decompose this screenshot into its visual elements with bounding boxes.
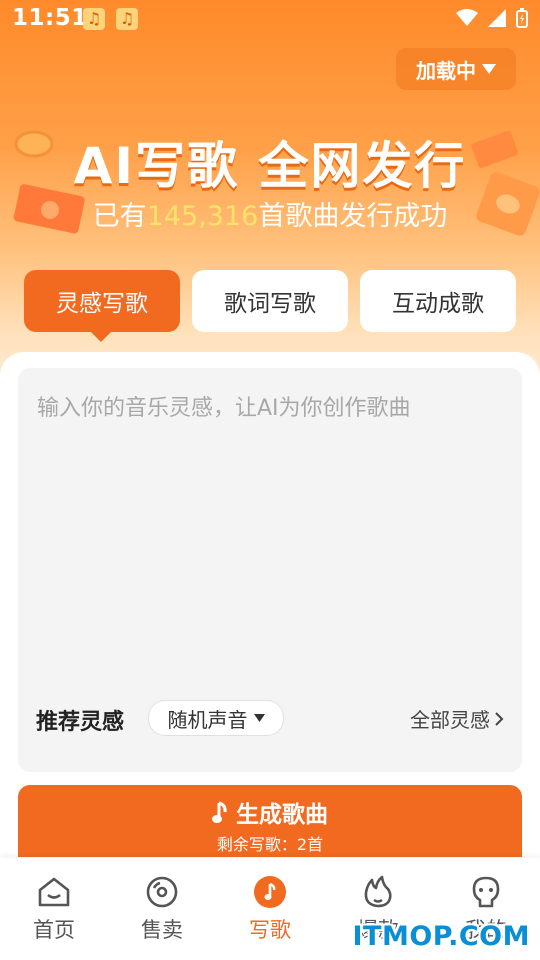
chevron-right-icon [495,711,504,726]
inspiration-input[interactable]: 输入你的音乐灵感，让AI为你创作歌曲 推荐灵感 随机声音 全部灵感 [18,368,522,772]
nav-label-home: 首页 [33,918,75,942]
user-icon [472,876,500,908]
wifi-icon [456,9,478,26]
all-inspiration-label: 全部灵感 [410,708,490,732]
all-inspiration-link[interactable]: 全部灵感 [410,704,504,733]
active-tab-pointer [90,331,112,342]
nav-item-sell[interactable]: 售卖 [108,874,216,944]
signal-icon [488,9,506,27]
tab-interactive[interactable]: 互动成歌 [360,270,516,332]
music-note-icon [254,876,286,908]
remaining-count: 剩余写歌：2首 [216,835,324,854]
home-icon [38,877,70,907]
generate-song-button[interactable]: 生成歌曲 剩余写歌：2首 [18,785,522,857]
nav-item-home[interactable]: 首页 [0,874,108,944]
music-note-icon [211,801,227,823]
hero-subtitle: 已有145,316首歌曲发行成功 [0,194,540,233]
generate-label: 生成歌曲 [236,802,328,828]
hero-title: AI写歌 全网发行 [73,137,467,195]
tab-inspiration[interactable]: 灵感写歌 [24,270,180,332]
tab-lyrics[interactable]: 歌词写歌 [192,270,348,332]
hero-sub-suffix: 首歌曲发行成功 [258,201,448,232]
nav-item-write[interactable]: 写歌 [216,874,324,944]
music-notification-icon: ♫ [116,8,138,30]
caret-down-icon [253,714,265,722]
battery-icon [516,8,528,28]
caret-down-icon [482,64,496,74]
recommend-row: 推荐灵感 随机声音 全部灵感 [36,700,504,740]
random-voice-dropdown[interactable]: 随机声音 [148,700,284,736]
bottom-nav: 首页 售卖 写歌 爆款 我的 ITMOP.COM [0,858,540,960]
loading-button[interactable]: 加载中 [396,48,516,90]
generate-main: 生成歌曲 [18,795,522,829]
status-bar: 11:51 ♫ ♫ [0,0,540,40]
input-placeholder: 输入你的音乐灵感，让AI为你创作歌曲 [37,396,411,421]
song-count: 145,316 [146,201,259,232]
recommend-title: 推荐灵感 [36,710,125,735]
nav-label-sell: 售卖 [141,918,183,942]
disc-icon [146,876,178,908]
music-notification-icon: ♫ [83,8,105,30]
fire-icon [364,875,392,908]
random-voice-label: 随机声音 [167,707,248,732]
status-time: 11:51 [12,5,88,31]
site-watermark: ITMOP.COM [352,921,530,952]
loading-label: 加载中 [416,58,476,83]
hero-sub-prefix: 已有 [92,201,147,232]
mode-tabs: 灵感写歌 歌词写歌 互动成歌 [24,270,516,334]
nav-label-write: 写歌 [249,918,291,942]
